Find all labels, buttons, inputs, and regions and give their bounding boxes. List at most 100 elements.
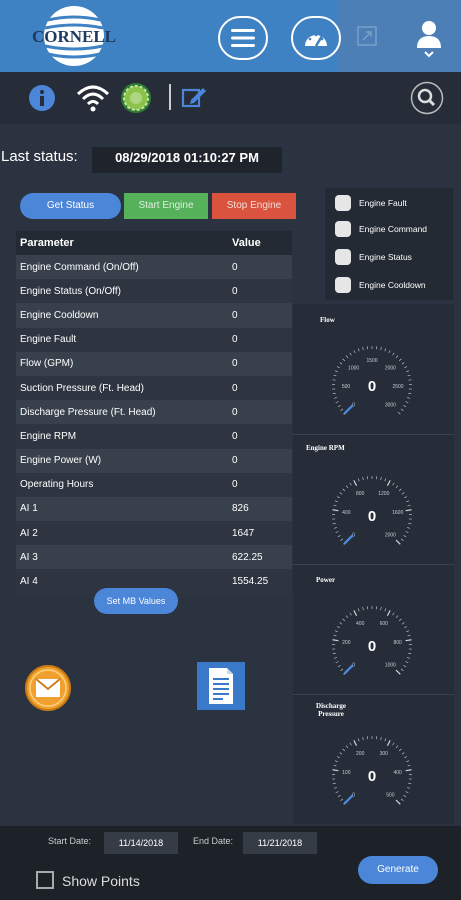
user-icon[interactable] — [414, 18, 444, 58]
gauge-minor-tick — [342, 488, 346, 492]
expand-icon[interactable] — [357, 26, 377, 46]
value-cell: 1554.25 — [230, 569, 292, 594]
gauge-minor-tick — [400, 408, 404, 411]
gauge-minor-tick — [334, 370, 338, 373]
menu-button[interactable] — [218, 16, 268, 60]
search-icon[interactable] — [410, 81, 444, 115]
start-engine-button[interactable]: Start Engine — [124, 193, 208, 219]
mail-icon[interactable] — [24, 664, 72, 712]
checkbox-box[interactable] — [335, 249, 351, 265]
gauge-minor-tick — [332, 392, 336, 395]
gauge-minor-tick — [395, 355, 399, 359]
logo-text: CORNELL — [32, 27, 116, 46]
gauge-minor-tick — [406, 760, 410, 763]
gauge-minor-tick — [405, 531, 409, 534]
gauge-minor-tick — [401, 492, 405, 495]
gauge-tick-label: 400 — [342, 510, 351, 516]
table-row: Engine Status (On/Off) 0 — [16, 279, 292, 304]
gauge-minor-tick — [349, 482, 352, 486]
gauge-tick-label: 500 — [386, 792, 395, 798]
gauge-minor-tick — [406, 630, 410, 633]
gauge-title-discharge-pressure: Discharge Pressure — [316, 702, 346, 718]
checkbox-engine-fault[interactable]: Engine Fault — [335, 194, 407, 212]
edit-icon[interactable] — [181, 85, 207, 109]
value-cell: 826 — [230, 496, 292, 522]
app-header: CORNELL — [0, 0, 461, 72]
checkbox-engine-status[interactable]: Engine Status — [335, 248, 412, 266]
gauge-title-flow: Flow — [320, 316, 335, 324]
gauge-minor-tick — [337, 665, 341, 668]
toolbar — [0, 72, 461, 124]
gauge-minor-tick — [349, 612, 352, 616]
gauge-minor-tick — [407, 397, 411, 399]
gauge-minor-tick — [392, 482, 395, 486]
gauge-minor-tick — [342, 618, 346, 622]
gauge-tick-label: 100 — [342, 770, 351, 776]
cornell-logo: CORNELL — [32, 6, 116, 66]
gauge-needle — [343, 534, 354, 545]
get-status-button[interactable]: Get Status — [20, 193, 121, 219]
gauge-minor-tick — [403, 405, 407, 408]
dashboard-button[interactable] — [291, 16, 341, 60]
gauge-minor-tick — [403, 665, 407, 668]
checkbox-engine-command[interactable]: Engine Command — [335, 220, 427, 238]
gauge-tick-label: 400 — [356, 621, 365, 627]
param-cell: Engine Power (W) — [16, 448, 230, 473]
info-icon[interactable] — [28, 84, 56, 112]
gauge-tick-label: 800 — [356, 491, 365, 497]
gauge-minor-tick — [362, 347, 364, 351]
start-date-field[interactable]: 11/14/2018 — [104, 832, 178, 854]
table-row: Operating Hours 0 — [16, 472, 292, 497]
checkbox-engine-cooldown[interactable]: Engine Cooldown — [335, 276, 426, 294]
gauge-minor-tick — [337, 535, 341, 538]
checkbox-box[interactable] — [335, 277, 351, 293]
gauge-minor-tick — [398, 618, 402, 622]
table-row: Discharge Pressure (Ft. Head) 0 — [16, 400, 292, 425]
gauge-minor-tick — [405, 791, 409, 794]
gauge-tick-label: 1200 — [378, 491, 389, 497]
param-cell: Flow (GPM) — [16, 351, 230, 376]
param-cell: Engine Command (On/Off) — [16, 255, 230, 280]
gauge-major-tick — [405, 509, 412, 512]
param-cell: Engine RPM — [16, 424, 230, 449]
gauge-tick-label: 600 — [380, 621, 389, 627]
gauge-tick-label: 300 — [380, 751, 389, 757]
end-date-field[interactable]: 11/21/2018 — [243, 832, 317, 854]
checkbox-box[interactable] — [335, 221, 351, 237]
start-date-label: Start Date: — [48, 836, 92, 846]
gauge-minor-tick — [349, 352, 352, 356]
gauge-minor-tick — [333, 397, 337, 399]
show-points-checkbox[interactable] — [36, 871, 54, 889]
gauge-minor-tick — [407, 527, 411, 529]
gauge-minor-tick — [398, 488, 402, 492]
gauge-value-engine-rpm: 0 — [367, 508, 377, 525]
set-mb-values-button[interactable]: Set MB Values — [94, 588, 178, 614]
value-cell: 0 — [230, 375, 292, 401]
gauge-tick-label: 1600 — [392, 510, 403, 516]
gauge-minor-tick — [332, 782, 336, 785]
gauge-minor-tick — [336, 756, 340, 759]
gauge-title-power: Power — [316, 576, 336, 584]
wifi-icon[interactable] — [76, 84, 110, 112]
last-status-value: 08/29/2018 01:10:27 PM — [92, 147, 282, 173]
gauge-minor-tick — [405, 661, 409, 664]
gauge-minor-tick — [339, 622, 343, 625]
stop-engine-button[interactable]: Stop Engine — [212, 193, 296, 219]
document-icon[interactable] — [197, 662, 245, 710]
gauge-minor-tick — [405, 401, 409, 404]
param-cell: Engine Fault — [16, 327, 230, 352]
gauge-minor-tick — [392, 612, 395, 616]
gauge-minor-tick — [395, 615, 399, 619]
gauge-major-tick — [332, 769, 339, 772]
gauge-minor-tick — [340, 408, 344, 411]
table-row: Engine Fault 0 — [16, 327, 292, 352]
checkbox-box[interactable] — [335, 195, 351, 211]
gauge-minor-tick — [400, 538, 404, 541]
gauge-major-tick — [332, 639, 339, 642]
table-header-row: Parameter Value — [16, 231, 292, 255]
checkbox-label: Engine Status — [359, 252, 412, 262]
generate-button[interactable]: Generate — [358, 856, 438, 884]
gauge-minor-tick — [406, 370, 410, 373]
gauge-major-tick — [386, 740, 391, 746]
gauge-minor-tick — [357, 738, 360, 742]
